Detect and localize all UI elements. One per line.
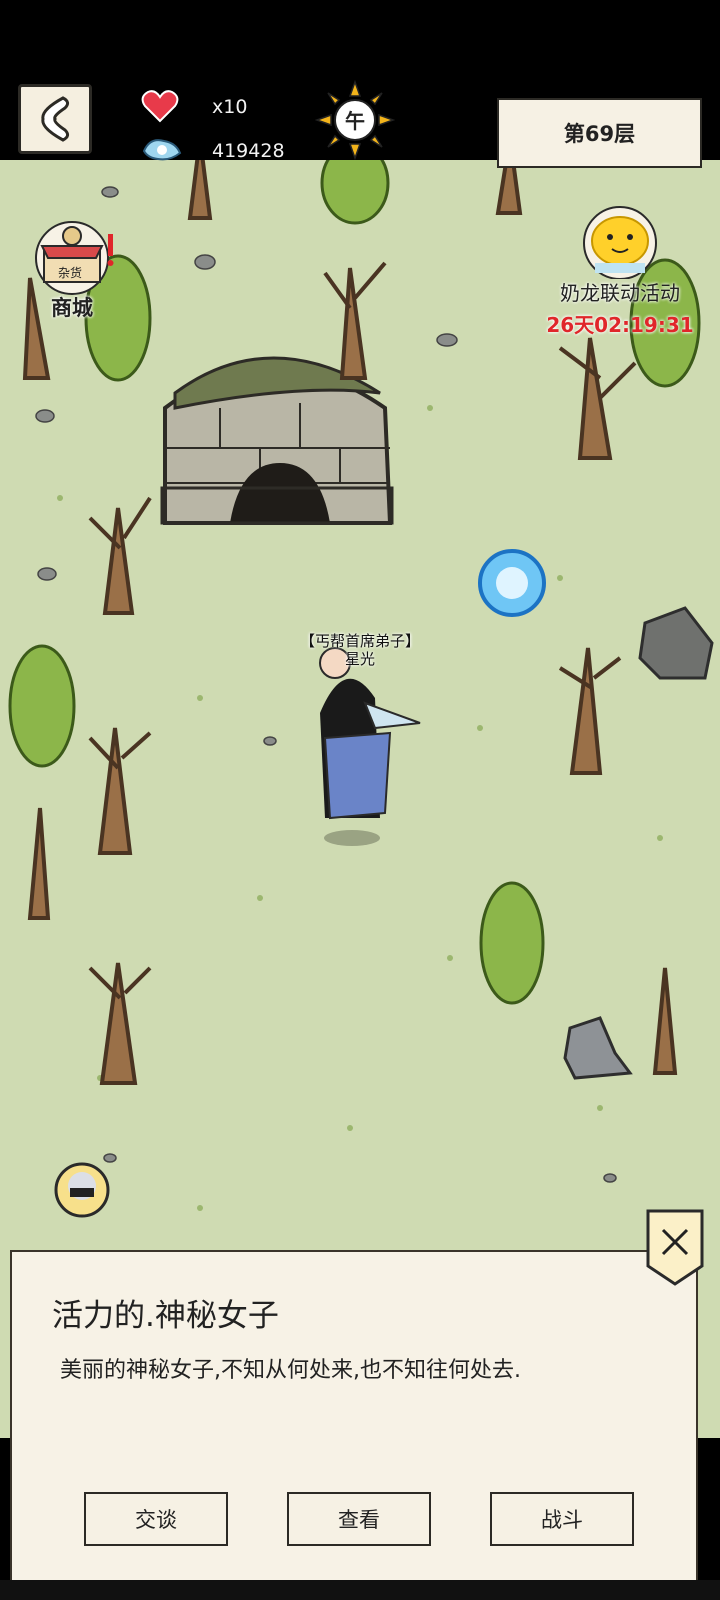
npc-name: 星光 (344, 650, 375, 668)
status-bar (0, 0, 720, 78)
event-timer: 26天02:19:31 (546, 313, 694, 337)
time-of-day-label: 午 (345, 109, 365, 133)
back-button[interactable] (18, 84, 92, 154)
lives-count: x10 (212, 96, 248, 118)
shop-stall-icon (35, 221, 114, 295)
spirit-count: 419428 (212, 140, 285, 162)
shop-label: 商城 (51, 296, 93, 320)
sun-icon: 午 (314, 79, 396, 161)
floor-indicator: 第69层 (497, 98, 702, 168)
heart-icon (141, 90, 179, 123)
back-arrow-icon (41, 96, 70, 142)
system-nav-bar (0, 1580, 720, 1600)
dialog-description: 美丽的神秘女子,不知从何处来,也不知往何处去. (60, 1358, 521, 1383)
fight-button[interactable]: 战斗 (490, 1492, 634, 1546)
close-icon (646, 1209, 704, 1286)
close-dialog-button[interactable] (645, 1208, 705, 1288)
spirit-icon (142, 139, 182, 161)
npc-dialog: 活力的.神秘女子 美丽的神秘女子,不知从何处来,也不知往何处去. (10, 1250, 698, 1600)
inspect-button[interactable]: 查看 (287, 1492, 431, 1546)
shop-sign: 杂货 (58, 266, 83, 280)
npc-title: 【丐帮首席弟子】 (299, 632, 420, 650)
event-label: 奶龙联动活动 (560, 281, 680, 305)
shop-button[interactable]: 杂货 商城 (24, 218, 120, 330)
nailong-mascot-icon (583, 206, 657, 280)
dialog-title: 活力的.神秘女子 (52, 1298, 279, 1334)
npc-nameplate: 【丐帮首席弟子】 星光 (270, 632, 450, 668)
talk-button[interactable]: 交谈 (84, 1492, 228, 1546)
event-button[interactable]: 奶龙联动活动 26天02:19:31 (540, 205, 700, 340)
